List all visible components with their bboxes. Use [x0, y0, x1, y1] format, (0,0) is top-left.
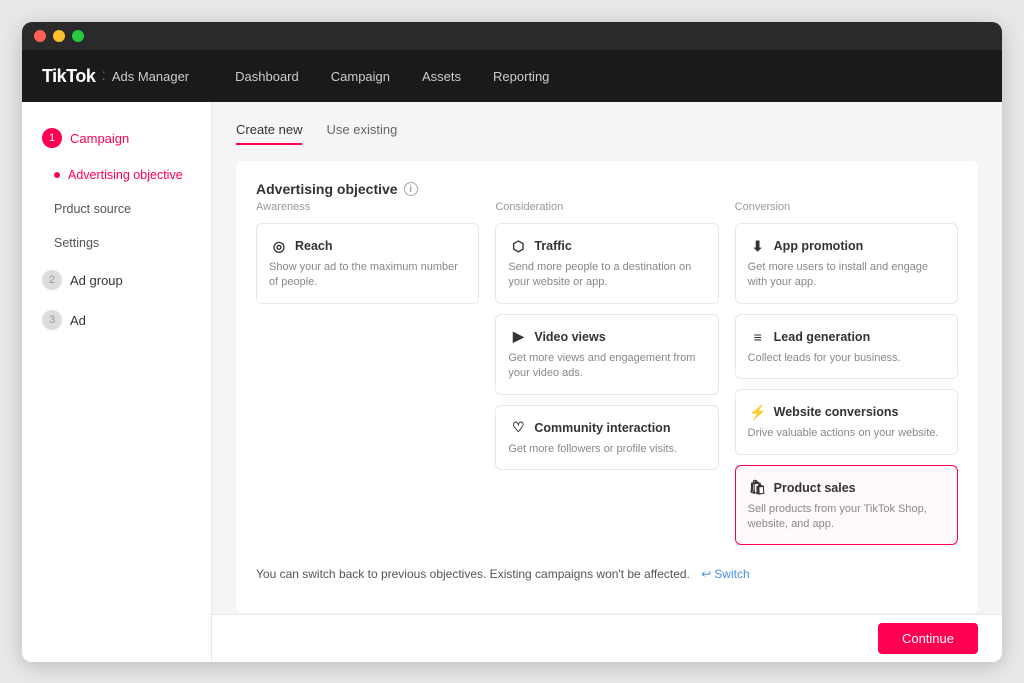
conversion-column: Conversion ⬇ App promotion Get more user… — [735, 201, 958, 555]
tab-bar: Create new Use existing — [236, 122, 978, 145]
video-views-option[interactable]: ▶ Video views Get more views and engagem… — [495, 314, 718, 395]
nav-dashboard[interactable]: Dashboard — [219, 50, 315, 102]
website-conversions-title: ⚡ Website conversions — [748, 402, 945, 422]
logo-sep: : — [101, 67, 105, 85]
sidebar-item-settings[interactable]: Settings — [22, 226, 211, 260]
conversion-header: Conversion — [735, 201, 958, 213]
topnav: TikTok : Ads Manager Dashboard Campaign … — [22, 50, 1002, 102]
advertising-objective-title: Advertising objective i — [256, 181, 958, 197]
nav-assets[interactable]: Assets — [406, 50, 477, 102]
product-sales-option[interactable]: 🛍 Product sales Sell products from your … — [735, 465, 958, 546]
ad-number: 3 — [42, 310, 62, 330]
logo-ads: Ads Manager — [112, 69, 189, 84]
video-views-icon: ▶ — [508, 327, 528, 347]
community-title: ♡ Community interaction — [508, 418, 705, 438]
product-sales-desc: Sell products from your TikTok Shop, web… — [748, 502, 945, 533]
lead-generation-option[interactable]: ≡ Lead generation Collect leads for your… — [735, 314, 958, 379]
bottom-bar: Continue — [212, 614, 1002, 662]
video-views-desc: Get more views and engagement from your … — [508, 351, 705, 382]
product-source-label: Prduct source — [54, 202, 131, 216]
advertising-objective-label: Advertising objective — [68, 168, 183, 182]
switch-text: You can switch back to previous objectiv… — [256, 567, 690, 581]
objective-columns: Awareness ◎ Reach Show your ad to the ma… — [256, 201, 958, 555]
tab-create-new[interactable]: Create new — [236, 122, 302, 145]
advertising-objective-info-icon[interactable]: i — [404, 182, 418, 196]
community-desc: Get more followers or profile visits. — [508, 442, 705, 457]
campaign-number: 1 — [42, 128, 62, 148]
titlebar — [22, 22, 1002, 50]
minimize-button[interactable] — [53, 30, 65, 42]
maximize-button[interactable] — [72, 30, 84, 42]
sidebar-item-campaign[interactable]: 1 Campaign — [22, 118, 211, 158]
awareness-column: Awareness ◎ Reach Show your ad to the ma… — [256, 201, 479, 555]
sidebar-item-ad[interactable]: 3 Ad — [22, 300, 211, 340]
reach-title: ◎ Reach — [269, 236, 466, 256]
lead-generation-desc: Collect leads for your business. — [748, 351, 945, 366]
sidebar-item-advertising-objective[interactable]: Advertising objective — [22, 158, 211, 192]
campaign-label: Campaign — [70, 131, 129, 146]
lead-generation-title: ≡ Lead generation — [748, 327, 945, 347]
community-icon: ♡ — [508, 418, 528, 438]
logo: TikTok : Ads Manager — [42, 66, 189, 87]
app-promotion-option[interactable]: ⬇ App promotion Get more users to instal… — [735, 223, 958, 304]
nav-campaign[interactable]: Campaign — [315, 50, 406, 102]
traffic-option[interactable]: ⬡ Traffic Send more people to a destinat… — [495, 223, 718, 304]
dot-icon — [54, 172, 60, 178]
traffic-icon: ⬡ — [508, 236, 528, 256]
switch-link-icon: ↩ — [701, 567, 711, 581]
switch-banner: You can switch back to previous objectiv… — [256, 555, 958, 593]
sidebar: 1 Campaign Advertising objective Prduct … — [22, 102, 212, 662]
advertising-objective-card: Advertising objective i Awareness ◎ Reac… — [236, 161, 978, 613]
logo-tiktok: TikTok — [42, 66, 95, 87]
sidebar-item-product-source[interactable]: Prduct source — [22, 192, 211, 226]
product-sales-title: 🛍 Product sales — [748, 478, 945, 498]
main-window: TikTok : Ads Manager Dashboard Campaign … — [22, 22, 1002, 662]
consideration-column: Consideration ⬡ Traffic Send more people… — [495, 201, 718, 555]
lead-gen-icon: ≡ — [748, 327, 768, 347]
consideration-header: Consideration — [495, 201, 718, 213]
app-promotion-desc: Get more users to install and engage wit… — [748, 260, 945, 291]
continue-button[interactable]: Continue — [878, 623, 978, 654]
product-sales-icon: 🛍 — [748, 478, 768, 498]
close-button[interactable] — [34, 30, 46, 42]
content-area: Create new Use existing Advertising obje… — [212, 102, 1002, 662]
settings-label: Settings — [54, 236, 99, 250]
main-layout: 1 Campaign Advertising objective Prduct … — [22, 102, 1002, 662]
switch-link-text: Switch — [714, 567, 749, 581]
community-interaction-option[interactable]: ♡ Community interaction Get more followe… — [495, 405, 718, 470]
website-conversions-desc: Drive valuable actions on your website. — [748, 426, 945, 441]
ad-label: Ad — [70, 313, 86, 328]
ad-group-label: Ad group — [70, 273, 123, 288]
traffic-desc: Send more people to a destination on you… — [508, 260, 705, 291]
app-promotion-title: ⬇ App promotion — [748, 236, 945, 256]
tab-use-existing[interactable]: Use existing — [326, 122, 397, 145]
reach-desc: Show your ad to the maximum number of pe… — [269, 260, 466, 291]
reach-option[interactable]: ◎ Reach Show your ad to the maximum numb… — [256, 223, 479, 304]
awareness-header: Awareness — [256, 201, 479, 213]
reach-icon: ◎ — [269, 236, 289, 256]
sidebar-item-ad-group[interactable]: 2 Ad group — [22, 260, 211, 300]
website-conversions-option[interactable]: ⚡ Website conversions Drive valuable act… — [735, 389, 958, 454]
nav-reporting[interactable]: Reporting — [477, 50, 565, 102]
app-promotion-icon: ⬇ — [748, 236, 768, 256]
nav-list: Dashboard Campaign Assets Reporting — [219, 50, 565, 102]
switch-link[interactable]: ↩ Switch — [701, 567, 749, 581]
traffic-title: ⬡ Traffic — [508, 236, 705, 256]
video-views-title: ▶ Video views — [508, 327, 705, 347]
website-conversions-icon: ⚡ — [748, 402, 768, 422]
ad-group-number: 2 — [42, 270, 62, 290]
